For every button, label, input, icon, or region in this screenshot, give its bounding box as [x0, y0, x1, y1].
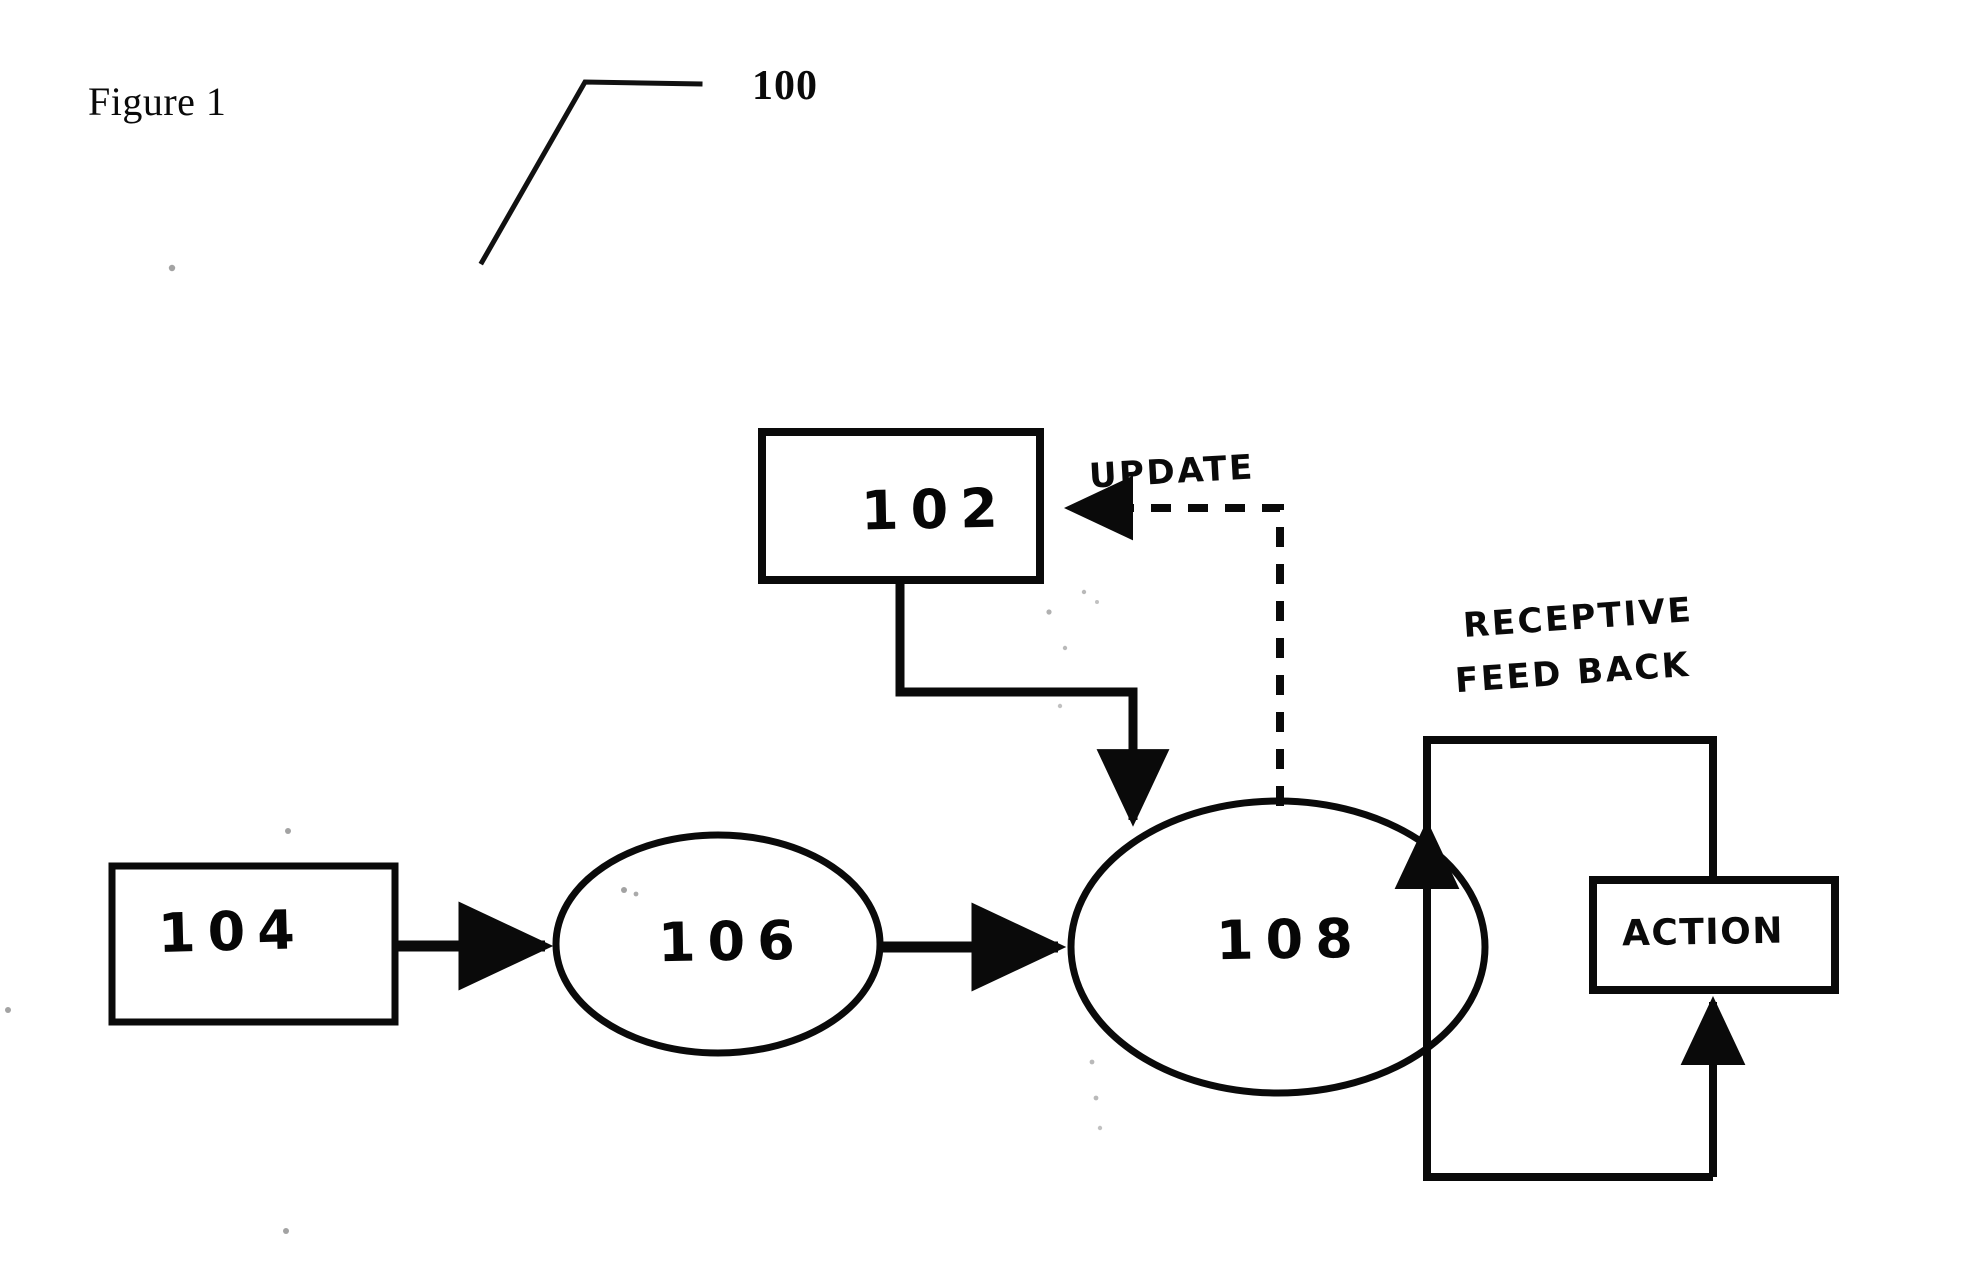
reference-numeral-100: 100 [752, 63, 818, 109]
edge-102-to-108 [895, 582, 1170, 827]
node-106-label: 106 [657, 908, 808, 975]
node-108-label: 108 [1215, 906, 1366, 973]
figure-caption: Figure 1 [88, 79, 227, 124]
node-104-label: 104 [157, 898, 308, 965]
leader-line-100 [478, 79, 703, 266]
node-action-label: ACTION [1621, 910, 1785, 955]
scan-artifacts [5, 264, 1103, 1234]
patent-figure-canvas: Figure 1 100 102 104 106 108 UPDATE ACTI… [0, 0, 1976, 1271]
node-102-label: 102 [860, 476, 1011, 543]
diagram-vector-layer [5, 79, 1839, 1234]
edge-108-to-102-update [1064, 475, 1284, 806]
